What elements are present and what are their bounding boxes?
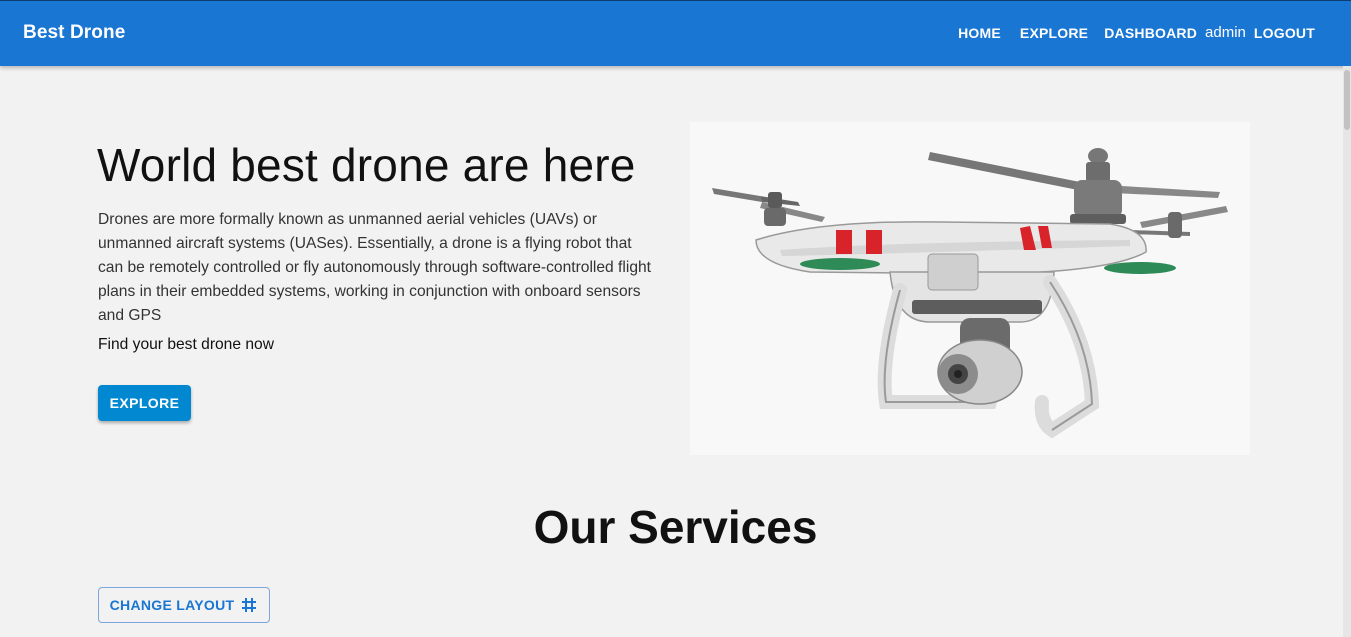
nav-home[interactable]: HOME	[958, 25, 1001, 41]
hero-description: Drones are more formally known as unmann…	[98, 211, 651, 324]
propeller-right-front	[1130, 206, 1228, 238]
grid-icon	[240, 596, 258, 614]
explore-button[interactable]: EXPLORE	[98, 385, 191, 421]
nav-dashboard[interactable]: DASHBOARD	[1104, 25, 1197, 41]
user-name: admin	[1205, 24, 1246, 41]
propeller-left	[712, 188, 825, 226]
scrollbar-thumb[interactable]	[1344, 70, 1350, 130]
change-layout-label: CHANGE LAYOUT	[109, 597, 235, 613]
services-title: Our Services	[533, 501, 818, 553]
drone-image	[690, 122, 1250, 455]
nav-explore[interactable]: EXPLORE	[1020, 25, 1088, 41]
hero-subtitle: Find your best drone now	[98, 336, 274, 353]
nav-logout[interactable]: LOGOUT	[1254, 25, 1315, 41]
main-nav: HOME EXPLORE DASHBOARD admin LOGOUT	[958, 24, 1315, 41]
app-bar: Best Drone HOME EXPLORE DASHBOARD admin …	[0, 0, 1351, 66]
drone-illustration	[712, 148, 1228, 439]
change-layout-button[interactable]: CHANGE LAYOUT	[98, 587, 270, 623]
hero-title: World best drone are here	[97, 139, 636, 191]
brand-logo[interactable]: Best Drone	[23, 22, 125, 44]
